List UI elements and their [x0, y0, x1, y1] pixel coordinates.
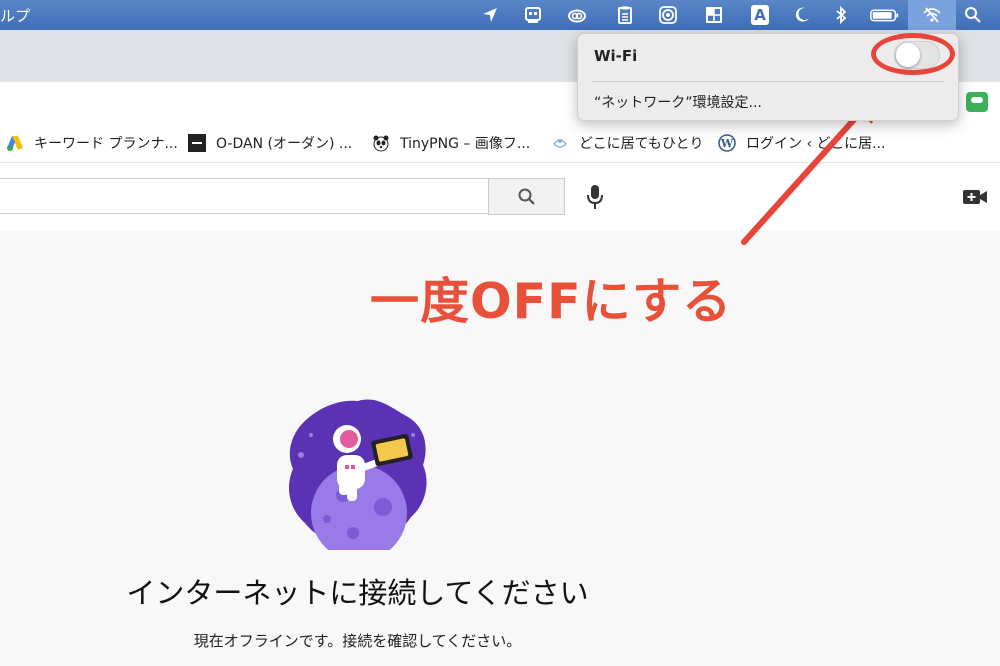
bookmark-label: O-DAN (オーダン) ...: [216, 136, 353, 152]
search-input[interactable]: [0, 178, 488, 214]
bookmarks-bar: キーワード プランナ... O-DAN (オーダン) ... TinyPNG –…: [0, 122, 1000, 163]
odan-icon: [188, 134, 206, 152]
divider: [592, 81, 944, 82]
voice-search-button[interactable]: [580, 182, 610, 212]
extension-icon[interactable]: [966, 92, 988, 112]
bookmark-label: キーワード プランナ...: [34, 136, 178, 152]
network-preferences-link[interactable]: “ネットワーク”環境設定...: [594, 92, 762, 112]
robot-app-icon[interactable]: [521, 3, 545, 27]
window-tiles-icon[interactable]: [702, 3, 726, 27]
battery-icon[interactable]: [868, 3, 902, 27]
bookmark-item[interactable]: O-DAN (オーダン) ...: [188, 132, 352, 154]
location-arrow-icon[interactable]: [478, 3, 502, 27]
moon-icon[interactable]: [790, 3, 814, 27]
app-menu-help[interactable]: ルプ: [0, 5, 30, 26]
google-ads-icon: [6, 134, 24, 152]
offline-title: インターネットに接続してください: [126, 576, 589, 610]
input-source-label: A: [751, 5, 769, 25]
bookmark-label: TinyPNG – 画像フ...: [400, 136, 531, 152]
bookmark-label: どこに居てもひとり: [579, 136, 704, 152]
bookmark-label: ログイン ‹ どこに居...: [746, 136, 886, 152]
spotlight-search-icon[interactable]: [961, 3, 985, 27]
bookmark-item[interactable]: どこに居てもひとり: [551, 132, 703, 154]
wordpress-icon: W: [718, 134, 736, 152]
bookmark-item[interactable]: TinyPNG – 画像フ...: [372, 132, 530, 154]
panda-icon: [372, 134, 390, 152]
clipboard-icon[interactable]: [613, 3, 637, 27]
creative-cloud-icon[interactable]: [565, 3, 589, 27]
bookmark-item[interactable]: キーワード プランナ...: [6, 132, 178, 154]
video-camera-plus-icon: [963, 190, 987, 204]
wifi-label: Wi-Fi: [594, 47, 638, 65]
offline-subtitle: 現在オフラインです。接続を確認してください。: [193, 632, 522, 650]
wifi-off-icon[interactable]: [920, 3, 944, 27]
annotation-text: 一度OFFにする: [370, 273, 733, 330]
target-icon[interactable]: [656, 3, 680, 27]
svg-text:W: W: [720, 137, 734, 150]
create-video-button[interactable]: [960, 185, 990, 209]
offline-astronaut-illustration: [289, 399, 427, 550]
bookmark-item[interactable]: W ログイン ‹ どこに居...: [718, 132, 885, 154]
site-icon: [551, 134, 569, 152]
toggle-highlight-circle: [871, 33, 955, 75]
microphone-icon: [587, 185, 603, 209]
menu-bar: ルプ A: [0, 0, 1000, 30]
input-source-icon[interactable]: A: [748, 3, 772, 27]
bluetooth-icon[interactable]: [829, 3, 853, 27]
search-icon: [518, 188, 535, 205]
search-button[interactable]: [488, 178, 565, 215]
